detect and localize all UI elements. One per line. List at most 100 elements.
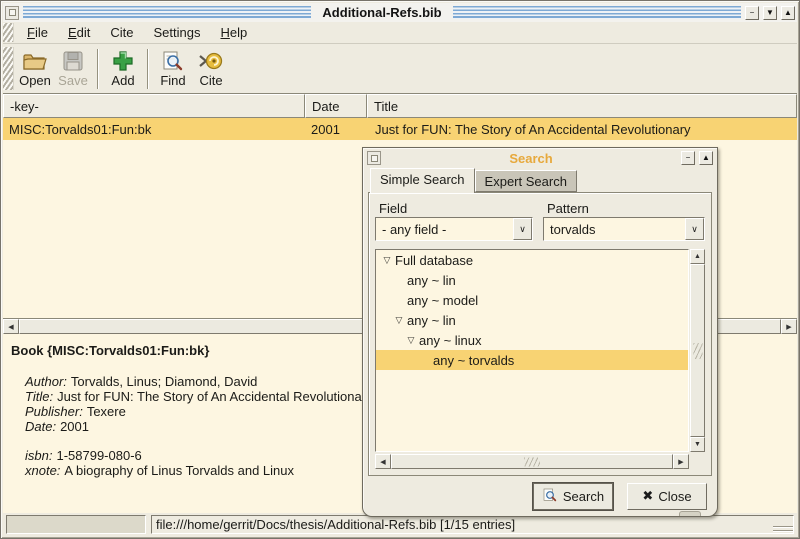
field-label: Date:	[25, 419, 56, 434]
combo-row: - any field - ∨ torvalds ∨	[375, 217, 705, 241]
search-tabs: Simple Search Expert Search	[363, 168, 717, 192]
row-title: Just for FUN: The Story of An Accidental…	[367, 118, 797, 140]
minimize-button[interactable]: −	[745, 6, 759, 20]
simple-search-panel: Field Pattern - any field - ∨ torvalds ∨…	[368, 192, 712, 476]
close-button[interactable]: ✖ Close	[627, 483, 707, 510]
dialog-titlebar: Search − ▲	[363, 148, 717, 168]
add-button[interactable]: Add	[104, 49, 142, 89]
pattern-combo-label: Pattern	[543, 201, 705, 216]
tab-expert-search[interactable]: Expert Search	[475, 170, 577, 192]
search-history-tree: ▽ Full database any ~ lin any ~ model ▽ …	[375, 249, 689, 452]
menu-file[interactable]: File	[18, 23, 57, 42]
chevron-down-icon[interactable]: ∨	[513, 218, 532, 240]
titlebar-stripes-left[interactable]	[23, 6, 311, 19]
field-combobox[interactable]: - any field - ∨	[375, 217, 533, 241]
find-button[interactable]: Find	[154, 49, 192, 89]
column-header-title[interactable]: Title	[367, 94, 797, 118]
table-header: -key- Date Title	[3, 94, 797, 118]
scrollbar-corner	[689, 454, 705, 469]
statusbar-left-box	[6, 515, 146, 534]
field-combobox-value[interactable]: - any field -	[376, 218, 513, 240]
close-x-icon: ✖	[642, 488, 653, 504]
titlebar: Additional-Refs.bib − ▼ ▲	[3, 3, 797, 22]
scrollbar-grip-icon	[693, 343, 702, 359]
menu-edit[interactable]: Edit	[59, 23, 99, 42]
field-value: A biography of Linus Torvalds and Linux	[64, 463, 294, 478]
expander-triangle-icon[interactable]: ▽	[391, 315, 407, 326]
save-button[interactable]: Save	[54, 49, 92, 89]
maximize-button[interactable]: ▲	[781, 6, 795, 20]
window-title: Additional-Refs.bib	[315, 5, 448, 20]
toolbar-grip-handle[interactable]	[3, 47, 14, 90]
menu-cite[interactable]: Cite	[101, 23, 142, 42]
dialog-minimize-button[interactable]: −	[681, 151, 695, 165]
tree-item-full-database[interactable]: ▽ Full database	[376, 250, 688, 270]
menu-settings[interactable]: Settings	[145, 23, 210, 42]
scroll-right-icon[interactable]: ▶	[781, 319, 797, 334]
scroll-left-icon[interactable]: ◀	[375, 454, 391, 469]
field-label: isbn:	[25, 448, 52, 463]
close-button-label: Close	[658, 489, 691, 504]
column-header-date[interactable]: Date	[305, 94, 367, 118]
titlebar-stripes-right[interactable]	[453, 6, 741, 19]
menubar-grip-handle[interactable]	[3, 23, 14, 42]
window-menu-button[interactable]	[5, 6, 19, 20]
chevron-down-icon[interactable]: ∨	[685, 218, 704, 240]
folder-open-icon	[22, 50, 48, 72]
tree-item-any-lin-2[interactable]: ▽ any ~ lin	[376, 310, 688, 330]
tree-item-any-linux[interactable]: ▽ any ~ linux	[376, 330, 688, 350]
tree-item-label: any ~ torvalds	[433, 353, 514, 368]
expander-triangle-icon[interactable]: ▽	[403, 335, 419, 346]
menu-help[interactable]: Help	[211, 23, 256, 42]
field-value: Torvalds, Linus; Diamond, David	[71, 374, 257, 389]
dialog-window-menu-button[interactable]	[367, 151, 381, 165]
scrollbar-thumb[interactable]	[690, 264, 705, 437]
add-button-label: Add	[111, 73, 134, 88]
scroll-right-icon[interactable]: ▶	[673, 454, 689, 469]
scrollbar-grip-icon	[524, 457, 540, 466]
toolbar: Open Save	[3, 44, 797, 94]
dialog-resize-grip[interactable]	[679, 511, 701, 516]
pattern-combobox[interactable]: torvalds ∨	[543, 217, 705, 241]
scroll-down-icon[interactable]: ▼	[690, 437, 705, 452]
column-header-key[interactable]: -key-	[3, 94, 305, 118]
tree-item-label: any ~ lin	[407, 273, 456, 288]
search-dialog: Search − ▲ Simple Search Expert Search F…	[362, 147, 718, 517]
dialog-button-row: Search ✖ Close	[363, 476, 717, 516]
search-icon	[542, 487, 558, 506]
cite-icon	[198, 50, 224, 72]
toolbar-separator	[147, 49, 149, 89]
tree-vertical-scrollbar: ▲ ▼	[690, 249, 705, 452]
statusbar-text: file:///home/gerrit/Docs/thesis/Addition…	[156, 517, 515, 532]
row-key: MISC:Torvalds01:Fun:bk	[3, 118, 305, 140]
pattern-combobox-value[interactable]: torvalds	[544, 218, 685, 240]
plus-add-icon	[112, 50, 134, 72]
table-row-selected[interactable]: MISC:Torvalds01:Fun:bk 2001 Just for FUN…	[3, 118, 797, 140]
tree-item-any-lin[interactable]: any ~ lin	[376, 270, 688, 290]
combo-labels: Field Pattern	[375, 199, 705, 217]
open-button[interactable]: Open	[16, 49, 54, 89]
dialog-maximize-button[interactable]: ▲	[699, 151, 713, 165]
search-button[interactable]: Search	[533, 483, 613, 510]
cite-button[interactable]: Cite	[192, 49, 230, 89]
window-resize-grip[interactable]	[773, 526, 793, 533]
tab-simple-search[interactable]: Simple Search	[370, 168, 475, 193]
statusbar-file-info: file:///home/gerrit/Docs/thesis/Addition…	[151, 515, 794, 534]
tree-item-any-torvalds-selected[interactable]: any ~ torvalds	[376, 350, 688, 370]
field-combo-label: Field	[375, 201, 533, 216]
field-label: xnote:	[25, 463, 60, 478]
open-button-label: Open	[19, 73, 51, 88]
field-value: Just for FUN: The Story of An Accidental…	[57, 389, 373, 404]
cite-button-label: Cite	[199, 73, 222, 88]
scroll-up-icon[interactable]: ▲	[690, 249, 705, 264]
menubar: File Edit Cite Settings Help	[3, 22, 797, 44]
tree-item-any-model[interactable]: any ~ model	[376, 290, 688, 310]
expander-triangle-icon[interactable]: ▽	[379, 255, 395, 266]
shade-button[interactable]: ▼	[763, 6, 777, 20]
scrollbar-thumb[interactable]	[391, 454, 673, 469]
search-history-zone: ▽ Full database any ~ lin any ~ model ▽ …	[375, 249, 705, 452]
save-button-label: Save	[58, 73, 88, 88]
row-date: 2001	[305, 118, 367, 140]
scroll-left-icon[interactable]: ◀	[3, 319, 19, 334]
tree-item-label: any ~ lin	[407, 313, 456, 328]
